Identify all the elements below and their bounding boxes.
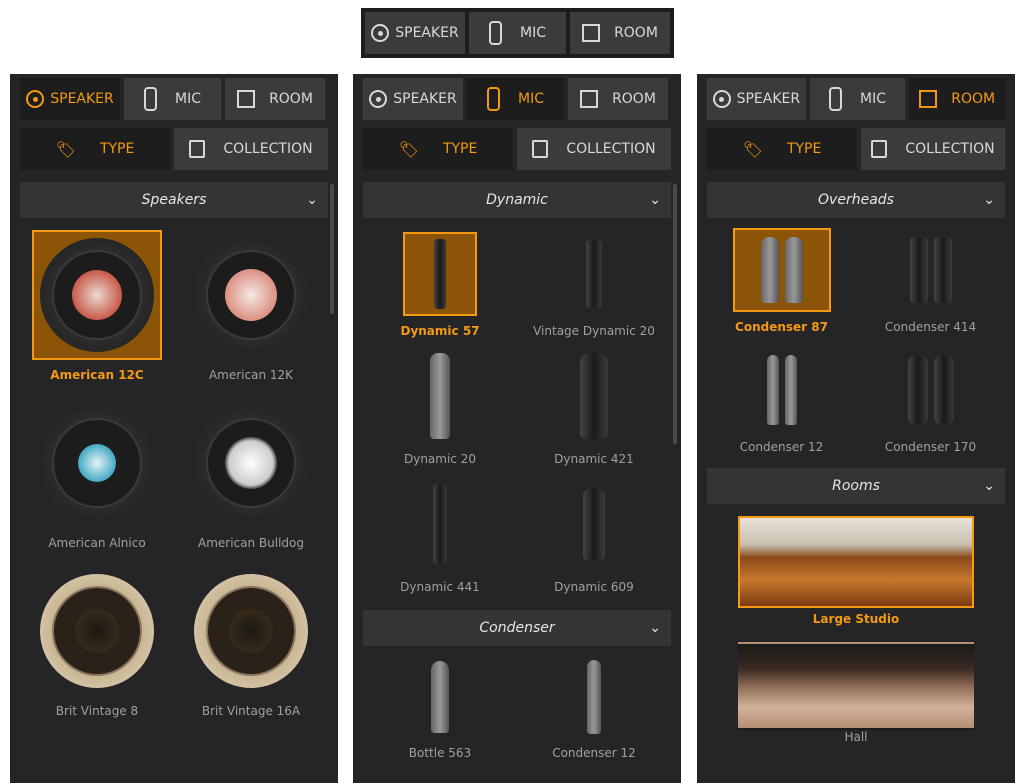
mic-icon (828, 87, 842, 111)
chevron-down-icon: ⌄ (649, 620, 661, 636)
mic-item[interactable]: Bottle 563 (363, 656, 517, 762)
mic-image (586, 240, 602, 308)
speaker-icon (371, 24, 390, 42)
tag-icon: 🏷 (742, 139, 763, 159)
tab-speaker[interactable]: SPEAKER (363, 78, 463, 120)
speaker-item[interactable]: American 12K (174, 230, 328, 384)
tab-mic[interactable]: MIC (124, 78, 221, 120)
collection-icon (189, 140, 206, 158)
speaker-item[interactable]: American Bulldog (174, 398, 328, 552)
mic-image (909, 237, 928, 303)
mic-image (784, 355, 797, 425)
tab-collection[interactable]: COLLECTION (861, 128, 1005, 170)
mic-item[interactable]: Condenser 87 (707, 228, 856, 336)
tab-collection[interactable]: COLLECTION (174, 128, 328, 170)
tab-mic[interactable]: MIC (467, 78, 564, 120)
mic-image (587, 660, 601, 734)
section-speakers[interactable]: Speakers ⌄ (20, 182, 328, 218)
tab-mic[interactable]: MIC (809, 78, 906, 120)
speaker-icon (26, 90, 45, 108)
speaker-icon (369, 90, 388, 108)
speaker-image (40, 406, 154, 520)
tab-type[interactable]: 🏷 TYPE (20, 128, 170, 170)
speaker-image (40, 238, 154, 352)
mic-item[interactable]: Vintage Dynamic 20 (517, 232, 671, 340)
speaker-panel: SPEAKER MIC ROOM 🏷 TYPE COLLECTION Speak… (10, 74, 338, 783)
mic-item[interactable]: Condenser 12 (517, 656, 671, 762)
mic-item[interactable]: Condenser 414 (856, 228, 1005, 336)
mic-image (784, 237, 803, 303)
collection-icon (871, 140, 888, 158)
room-icon (582, 24, 601, 42)
tab-speaker[interactable]: SPEAKER (707, 78, 806, 120)
tag-icon: 🏷 (55, 139, 76, 159)
collection-icon (532, 140, 549, 158)
speaker-image (194, 406, 308, 520)
tab-room[interactable]: ROOM (909, 78, 1006, 120)
speaker-image (40, 574, 154, 688)
mic-item[interactable]: Dynamic 441 (363, 476, 517, 596)
room-item[interactable]: Large Studio (738, 516, 974, 628)
section-dynamic[interactable]: Dynamic ⌄ (363, 182, 671, 218)
scrollbar[interactable] (330, 184, 334, 314)
room-image (738, 642, 974, 730)
speaker-icon (712, 90, 731, 108)
mic-panel: SPEAKER MIC ROOM 🏷 TYPE COLLECTION Dynam… (353, 74, 681, 783)
room-panel: SPEAKER MIC ROOM 🏷 TYPE COLLECTION Overh… (697, 74, 1015, 783)
room-icon (919, 90, 938, 108)
mic-image (430, 353, 450, 439)
mic-image (583, 488, 605, 560)
chevron-down-icon: ⌄ (649, 192, 661, 208)
mic-image (434, 239, 446, 309)
mic-image (760, 237, 779, 303)
room-item[interactable]: Hall (738, 642, 974, 746)
mic-image (766, 355, 779, 425)
chevron-down-icon: ⌄ (983, 478, 995, 494)
mic-icon (144, 87, 157, 111)
tab-type[interactable]: 🏷 TYPE (707, 128, 857, 170)
chevron-down-icon: ⌄ (306, 192, 318, 208)
mic-item[interactable]: Dynamic 20 (363, 348, 517, 468)
mic-item[interactable]: Dynamic 421 (517, 348, 671, 468)
tab-room[interactable]: ROOM (568, 78, 668, 120)
speaker-item[interactable]: Brit Vintage 8 (20, 566, 174, 720)
tab-room[interactable]: ROOM (570, 12, 670, 54)
room-image (738, 516, 974, 608)
speaker-item[interactable]: Brit Vintage 16A (174, 566, 328, 720)
mic-icon (489, 21, 502, 45)
mic-image (907, 355, 928, 425)
mic-image (433, 484, 447, 564)
scrollbar[interactable] (673, 184, 677, 444)
mic-item[interactable]: Dynamic 609 (517, 476, 671, 596)
section-rooms[interactable]: Rooms ⌄ (707, 468, 1005, 504)
room-icon (237, 90, 256, 108)
mic-item[interactable]: Condenser 12 (707, 348, 856, 456)
speaker-image (194, 574, 308, 688)
speaker-item[interactable]: American 12C (20, 230, 174, 384)
section-overheads[interactable]: Overheads ⌄ (707, 182, 1005, 218)
tab-type[interactable]: 🏷 TYPE (363, 128, 513, 170)
top-tab-bar: SPEAKER MIC ROOM (361, 8, 674, 58)
mic-item[interactable]: Dynamic 57 (363, 232, 517, 340)
speaker-item[interactable]: American Alnico (20, 398, 174, 552)
mic-image (933, 237, 952, 303)
tab-speaker[interactable]: SPEAKER (20, 78, 120, 120)
tab-speaker[interactable]: SPEAKER (365, 12, 465, 54)
room-icon (580, 90, 599, 108)
mic-item[interactable]: Condenser 170 (856, 348, 1005, 456)
chevron-down-icon: ⌄ (983, 192, 995, 208)
speaker-image (194, 238, 308, 352)
mic-image (580, 353, 608, 439)
tab-room[interactable]: ROOM (225, 78, 325, 120)
tab-collection[interactable]: COLLECTION (517, 128, 671, 170)
mic-image (431, 661, 449, 733)
tab-mic[interactable]: MIC (469, 12, 566, 54)
section-condenser[interactable]: Condenser ⌄ (363, 610, 671, 646)
tag-icon: 🏷 (398, 139, 419, 159)
mic-image (933, 355, 954, 425)
mic-icon (487, 87, 500, 111)
